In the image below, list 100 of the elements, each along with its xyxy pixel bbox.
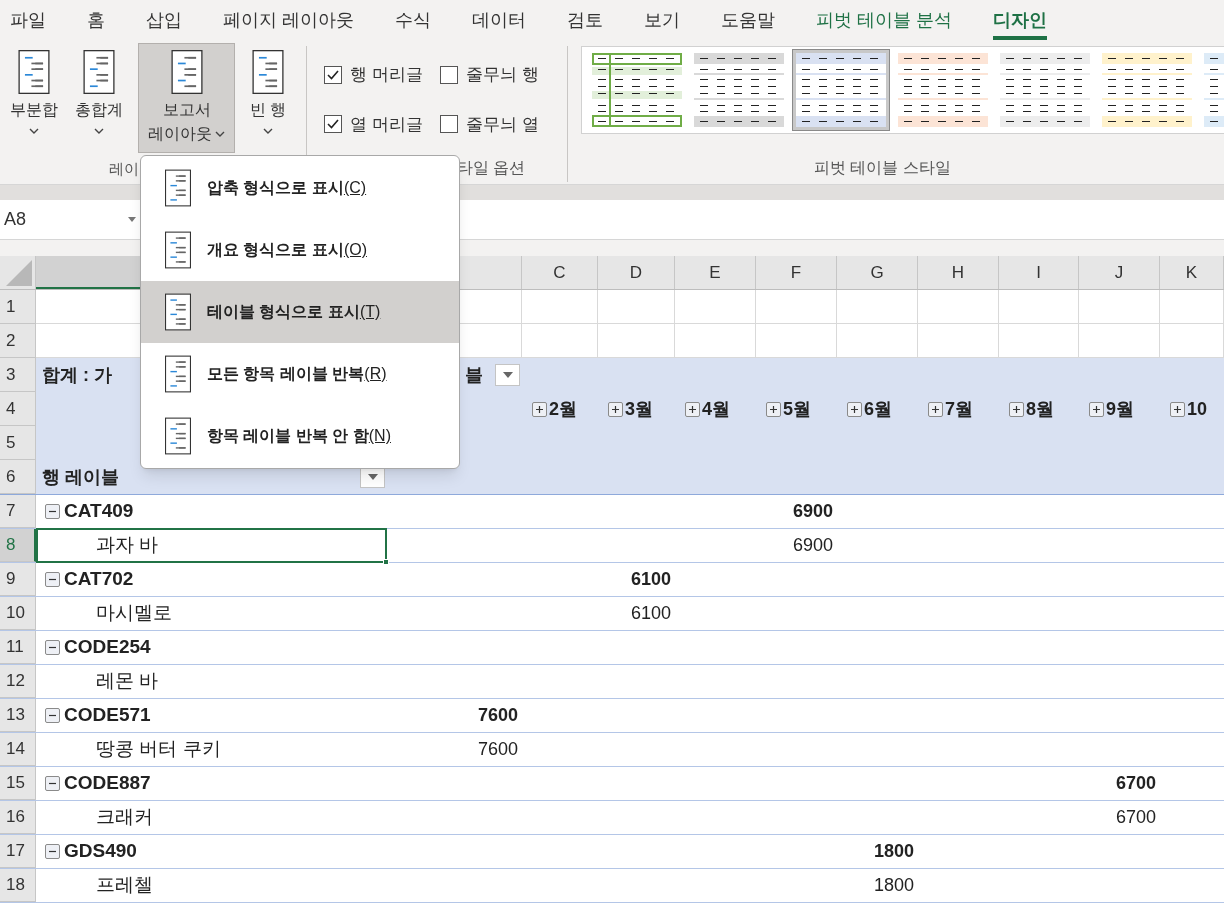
column-header[interactable]: I <box>999 256 1079 289</box>
value-cell-text: 6100 <box>630 602 671 625</box>
collapse-button[interactable] <box>45 708 60 723</box>
row-header[interactable]: 1 <box>0 290 36 324</box>
ribbon-tab[interactable]: 데이터 <box>472 0 526 40</box>
row-header[interactable]: 12 <box>0 665 36 698</box>
column-header[interactable]: D <box>598 256 675 289</box>
checkbox[interactable] <box>440 115 458 134</box>
layout-icon <box>165 355 191 393</box>
ribbon-tab[interactable]: 보기 <box>644 0 680 40</box>
table-cell[interactable] <box>598 290 675 324</box>
collapse-button[interactable] <box>45 504 60 519</box>
expand-button[interactable] <box>928 401 943 417</box>
row-header[interactable]: 7 <box>0 495 36 528</box>
collapse-button[interactable] <box>45 640 60 655</box>
ribbon-tab[interactable]: 검토 <box>567 0 603 40</box>
ribbon-tab[interactable]: 피벗 테이블 분석 <box>816 0 953 40</box>
ribbon-tab[interactable]: 페이지 레이아웃 <box>223 0 354 40</box>
row-header[interactable]: 16 <box>0 801 36 834</box>
value-cell-text: 6900 <box>792 534 833 557</box>
menu-item[interactable]: 테이블 형식으로 표시(T) <box>141 281 459 343</box>
row-header[interactable]: 4 <box>0 392 36 426</box>
expand-button[interactable] <box>685 401 700 417</box>
row-header[interactable]: 15 <box>0 767 36 800</box>
column-header[interactable]: G <box>837 256 918 289</box>
menu-item[interactable]: 압축 형식으로 표시(C) <box>141 157 459 219</box>
row-label: CODE254 <box>64 635 151 660</box>
table-cell[interactable] <box>837 290 918 324</box>
caret-icon <box>502 372 513 378</box>
row-header[interactable]: 11 <box>0 631 36 664</box>
layout-icon <box>82 50 116 94</box>
row-header[interactable]: 13 <box>0 699 36 732</box>
ribbon-button[interactable]: 총합계 <box>68 43 130 153</box>
expand-button[interactable] <box>532 401 547 417</box>
row-header[interactable]: 18 <box>0 869 36 902</box>
column-label: 2월 <box>549 397 577 421</box>
caret-icon <box>367 474 378 480</box>
table-cell[interactable] <box>1079 290 1160 324</box>
table-style-swatch[interactable] <box>792 49 890 131</box>
ribbon-button[interactable]: 보고서 레이아웃 <box>138 43 235 153</box>
ribbon-button[interactable]: 빈 행 <box>239 43 297 153</box>
row-header[interactable]: 14 <box>0 733 36 766</box>
ribbon-tab[interactable]: 홈 <box>87 0 105 40</box>
filter-button[interactable] <box>495 364 520 386</box>
name-box[interactable]: A8 <box>0 200 140 239</box>
table-cell[interactable] <box>675 290 756 324</box>
column-label: 3월 <box>625 397 653 421</box>
row-header[interactable]: 3 <box>0 358 36 392</box>
ribbon-tab[interactable]: 도움말 <box>721 0 775 40</box>
row-header[interactable]: 5 <box>0 426 36 460</box>
collapse-button[interactable] <box>45 572 60 587</box>
ribbon-tab[interactable]: 삽입 <box>146 0 182 40</box>
column-label: 5월 <box>783 397 811 421</box>
row-header[interactable]: 8 <box>0 529 36 562</box>
expand-button[interactable] <box>608 401 623 417</box>
row-label: CODE571 <box>64 703 151 728</box>
row-header[interactable]: 9 <box>0 563 36 596</box>
chevron-icon <box>94 128 104 134</box>
expand-button[interactable] <box>766 401 781 417</box>
plus-icon <box>535 404 544 414</box>
menu-item[interactable]: 개요 형식으로 표시(O) <box>141 219 459 281</box>
ribbon-tab[interactable]: 파일 <box>10 0 46 40</box>
table-cell[interactable] <box>1160 290 1224 324</box>
column-label: 10 <box>1187 397 1208 421</box>
group-label: 피벗 테이블 스타일 <box>814 158 951 178</box>
column-header[interactable]: H <box>918 256 999 289</box>
row-label: CAT702 <box>64 567 134 592</box>
table-cell[interactable] <box>756 290 837 324</box>
column-header[interactable]: E <box>675 256 756 289</box>
menu-item[interactable]: 항목 레이블 반복 안 함(N) <box>141 405 459 467</box>
layout-icon <box>169 50 204 94</box>
column-header[interactable]: J <box>1079 256 1160 289</box>
collapse-button[interactable] <box>45 776 60 791</box>
table-cell[interactable] <box>918 290 999 324</box>
layout-icon <box>165 293 191 331</box>
checkbox-label: 줄무늬 행 <box>466 64 539 86</box>
ribbon-tab[interactable]: 수식 <box>395 0 431 40</box>
column-header[interactable]: F <box>756 256 837 289</box>
checkbox[interactable] <box>440 65 458 84</box>
row-header[interactable]: 2 <box>0 324 36 358</box>
column-header[interactable]: K <box>1160 256 1224 289</box>
table-cell[interactable] <box>522 290 598 324</box>
ribbon-button[interactable]: 부분합 <box>0 43 68 153</box>
column-header[interactable]: C <box>522 256 598 289</box>
collapse-button[interactable] <box>45 844 60 859</box>
expand-button[interactable] <box>1009 401 1024 417</box>
column-label: 9월 <box>1106 397 1134 421</box>
checkbox-label: 열 머리글 <box>350 113 423 136</box>
row-header[interactable]: 6 <box>0 460 36 494</box>
table-cell[interactable] <box>999 290 1079 324</box>
expand-button[interactable] <box>1089 401 1104 417</box>
checkbox[interactable] <box>324 115 342 134</box>
plus-icon <box>931 404 940 414</box>
expand-button[interactable] <box>847 401 862 417</box>
expand-button[interactable] <box>1170 401 1185 417</box>
menu-item[interactable]: 모든 항목 레이블 반복(R) <box>141 343 459 405</box>
row-header[interactable]: 10 <box>0 597 36 630</box>
row-header[interactable]: 17 <box>0 835 36 868</box>
checkbox[interactable] <box>324 65 342 84</box>
chevron-icon <box>215 131 225 137</box>
